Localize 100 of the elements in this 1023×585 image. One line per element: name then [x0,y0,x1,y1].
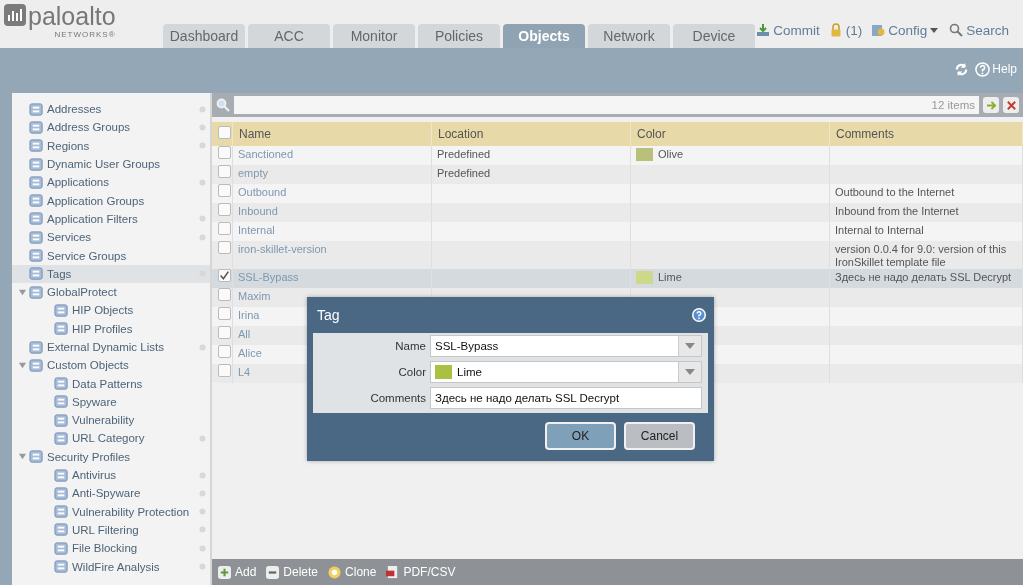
sidebar-item[interactable]: Services [12,228,210,247]
caret-icon[interactable] [930,27,939,33]
sidebar-item[interactable]: Applications [12,173,210,192]
object-icon [54,522,69,538]
row-checkbox[interactable] [218,203,231,216]
sidebar-item[interactable]: Custom Objects [12,356,210,375]
row-checkbox[interactable] [218,345,231,358]
row-checkbox[interactable] [218,184,231,197]
row-checkbox[interactable] [218,146,231,159]
column-header[interactable]: Name [232,122,432,146]
sidebar-item[interactable]: Tags [12,264,210,283]
toolbar-button[interactable]: Clone [328,565,377,579]
search-link[interactable]: Search [966,22,1009,38]
expand-triangle-icon[interactable] [18,287,27,297]
row-checkbox[interactable] [218,364,231,377]
row-checkbox[interactable] [218,165,231,178]
sidebar-item[interactable]: HIP Profiles [12,319,210,338]
table-cell: Olive [658,148,684,161]
column-header[interactable]: Location [431,122,631,146]
table-cell: Здесь не надо делать SSL Decrypt [835,271,1012,283]
sidebar-item[interactable]: Addresses [12,100,210,119]
sidebar-item[interactable]: File Blocking [12,539,210,558]
lock-count[interactable]: (1) [845,22,863,38]
sidebar-item[interactable]: Vulnerability Protection [12,502,210,521]
tag-name-link[interactable]: Alice [238,347,262,359]
object-icon [29,211,44,227]
sidebar-item[interactable]: Application Groups [12,191,210,210]
help-icon[interactable] [691,307,707,323]
sidebar-item[interactable]: Antivirus [12,465,210,485]
ok-button[interactable]: OK [545,422,616,450]
input-field[interactable]: Здесь не надо делать SSL Decrypt [430,387,702,409]
logo-subtitle: NETWORKS® [54,30,116,39]
sidebar-item[interactable]: Application Filters [12,209,210,229]
cancel-button[interactable]: Cancel [624,422,695,450]
ring-icon [328,565,342,579]
dropdown-button[interactable] [678,362,701,382]
sidebar-item[interactable]: Regions [12,136,210,155]
sidebar-item[interactable]: Address Groups [12,118,210,137]
refresh-icon[interactable] [954,61,970,77]
sidebar-item[interactable]: Service Groups [12,246,210,265]
object-icon [54,431,69,446]
arrow-icon [985,99,997,111]
object-icon [29,174,44,190]
toolbar-button[interactable]: Delete [266,565,319,579]
nav-tab[interactable]: Device [673,24,755,48]
column-header[interactable]: Comments [829,122,1023,146]
object-icon [54,302,69,318]
sidebar-item[interactable]: WildFire Analysis [12,557,210,576]
commit-link[interactable]: Commit [773,22,820,38]
column-header[interactable]: Color [630,122,830,146]
download-arrow-icon[interactable] [756,23,771,37]
object-icon [29,248,44,263]
toolbar-button[interactable]: PDF/CSV [386,565,456,579]
sidebar-item[interactable]: Dynamic User Groups [12,154,210,174]
config-icon[interactable] [871,23,886,37]
tag-name-link[interactable]: Sanctioned [238,148,294,160]
sidebar-item[interactable]: HIP Objects [12,301,210,320]
object-icon [29,193,44,209]
tag-name-link[interactable]: Internal [238,224,275,236]
row-checkbox[interactable] [218,269,231,282]
object-icon [54,394,69,410]
toolbar-button[interactable]: Add [218,565,257,579]
sidebar-item[interactable]: Vulnerability [12,411,210,430]
sidebar-item[interactable]: External Dynamic Lists [12,337,210,357]
expand-triangle-icon[interactable] [18,360,27,370]
help-icon[interactable] [975,61,991,77]
nav-tab[interactable]: ACC [248,24,330,48]
sidebar-item[interactable]: URL Filtering [12,520,210,540]
nav-tab[interactable]: Network [588,24,670,48]
nav-tab[interactable]: Policies [418,24,500,48]
expand-triangle-icon[interactable] [18,452,27,462]
sidebar-item[interactable]: Data Patterns [12,374,210,393]
logo-icon [4,4,26,26]
config-menu[interactable]: Config [888,22,928,38]
field-label: Color [397,366,426,378]
row-checkbox[interactable] [218,222,231,235]
select-all-checkbox[interactable] [218,126,231,139]
sidebar-item[interactable]: URL Category [12,429,210,448]
row-checkbox[interactable] [218,288,231,301]
sidebar-item[interactable]: Spyware [12,392,210,412]
clear-filter-button[interactable] [1003,97,1019,113]
sidebar-item[interactable]: Security Profiles [12,447,210,466]
apply-filter-button[interactable] [983,97,999,113]
row-checkbox[interactable] [218,241,231,254]
input-field[interactable]: SSL-Bypass [430,335,702,357]
sidebar-item[interactable]: GlobalProtect [12,282,210,302]
dropdown-button[interactable] [678,336,701,356]
nav-tab[interactable]: Dashboard [163,24,245,48]
row-checkbox[interactable] [218,307,231,320]
tag-name-link[interactable]: Outbound [238,186,287,198]
object-icon [29,119,44,135]
table-cell: Inbound from the Internet [835,205,959,217]
row-checkbox[interactable] [218,326,231,339]
item-count: 12 items [931,99,975,111]
plus-icon [218,565,231,579]
sidebar-item[interactable]: Anti-Spyware [12,484,210,503]
nav-tab[interactable]: Monitor [333,24,415,48]
search-icon[interactable] [949,23,964,37]
search-icon [216,98,230,112]
input-field[interactable]: Lime [430,361,702,383]
